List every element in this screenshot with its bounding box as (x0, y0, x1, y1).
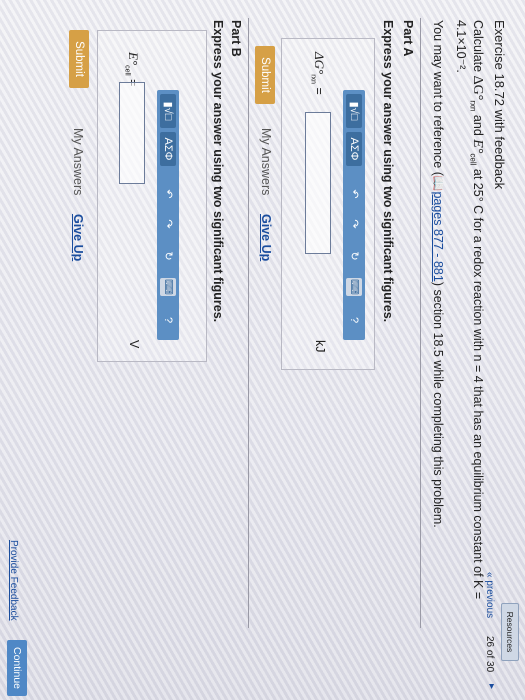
part-a-instruction: Express your answer using two significan… (381, 20, 395, 323)
continue-button[interactable]: Continue (7, 640, 27, 696)
photo-frame: Resources « previous 26 of 30 ▸ Exercise… (0, 0, 525, 700)
exercise-title: Exercise 18.72 with feedback (492, 20, 507, 190)
part-b-my-answers[interactable]: My Answers (71, 128, 85, 195)
previous-link[interactable]: « previous (484, 572, 495, 618)
e-cell-symbol: E° (470, 139, 485, 154)
part-b-unit: V (127, 340, 141, 349)
reference-line: You may want to reference (📖pages 877 - … (430, 20, 445, 528)
part-a-label: Part A (401, 20, 415, 57)
templates-icon[interactable]: ▮√□ (346, 94, 362, 128)
part-b-label: Part B (229, 20, 243, 57)
equals-sign: = (312, 87, 326, 95)
cell-subscript: cell (123, 65, 131, 76)
provide-feedback-link[interactable]: Provide Feedback (8, 540, 19, 621)
help-icon[interactable]: ? (346, 312, 362, 328)
part-a-toolbar: ▮√□ ΑΣΦ ↶ ↷ ↻ ⌨ ? (343, 90, 365, 340)
rxn-subscript: rxn (468, 100, 478, 112)
part-a-submit-button[interactable]: Submit (255, 46, 275, 104)
part-a-answer-input[interactable] (305, 112, 331, 254)
part-b-answer-input[interactable] (119, 82, 145, 184)
part-b-toolbar: ▮√□ ΑΣΦ ↶ ↷ ↻ ⌨ ? (157, 90, 179, 340)
part-a-unit: kJ (313, 340, 327, 353)
part-b-submit-button[interactable]: Submit (69, 30, 89, 88)
cell-subscript: cell (468, 153, 478, 166)
rxn-subscript: rxn (309, 74, 317, 84)
greek-symbols-button[interactable]: ΑΣΦ (160, 132, 176, 166)
problem-text: Calculate (471, 20, 485, 76)
part-b-instruction: Express your answer using two significan… (211, 20, 225, 323)
delta-g-symbol: ΔG° (312, 52, 327, 75)
e-cell-symbol: E° (126, 52, 141, 66)
part-a-my-answers[interactable]: My Answers (259, 128, 273, 195)
reset-icon[interactable]: ↻ (346, 248, 362, 264)
undo-icon[interactable]: ↶ (346, 186, 362, 202)
resources-button[interactable]: Resources (501, 603, 519, 661)
divider (420, 18, 421, 628)
part-b-give-up-link[interactable]: Give Up (71, 214, 85, 261)
templates-icon[interactable]: ▮√□ (160, 94, 176, 128)
mastering-chemistry-page: Resources « previous 26 of 30 ▸ Exercise… (0, 0, 525, 700)
problem-line-1: Calculate ΔG°rxn and E°cell at 25° C for… (469, 20, 486, 599)
part-a-variable: ΔG°rxn = (310, 52, 328, 95)
book-icon: 📖 (431, 175, 445, 192)
reference-text: You may want to reference ( (431, 20, 445, 176)
undo-icon[interactable]: ↶ (160, 186, 176, 202)
page-counter: 26 of 30 (484, 636, 495, 673)
equilibrium-constant-value: 4.1×10⁻². (454, 20, 468, 73)
keyboard-icon[interactable]: ⌨ (160, 278, 176, 296)
help-icon[interactable]: ? (160, 312, 176, 328)
part-a-give-up-link[interactable]: Give Up (259, 214, 273, 261)
redo-icon[interactable]: ↷ (346, 216, 362, 232)
next-arrow-icon[interactable]: ▸ (486, 684, 497, 689)
problem-text: and (471, 111, 485, 140)
greek-symbols-button[interactable]: ΑΣΦ (346, 132, 362, 166)
redo-icon[interactable]: ↷ (160, 216, 176, 232)
reset-icon[interactable]: ↻ (160, 248, 176, 264)
divider (248, 18, 249, 628)
keyboard-icon[interactable]: ⌨ (346, 278, 362, 296)
problem-text: at 25° C for a redox reaction with n = 4… (471, 165, 485, 600)
part-b-answer-box (97, 30, 207, 362)
reference-link[interactable]: pages 877 - 881 (431, 191, 445, 281)
reference-text: ) section 18.5 while completing this pro… (431, 281, 445, 528)
delta-g-symbol: ΔG° (470, 75, 485, 101)
